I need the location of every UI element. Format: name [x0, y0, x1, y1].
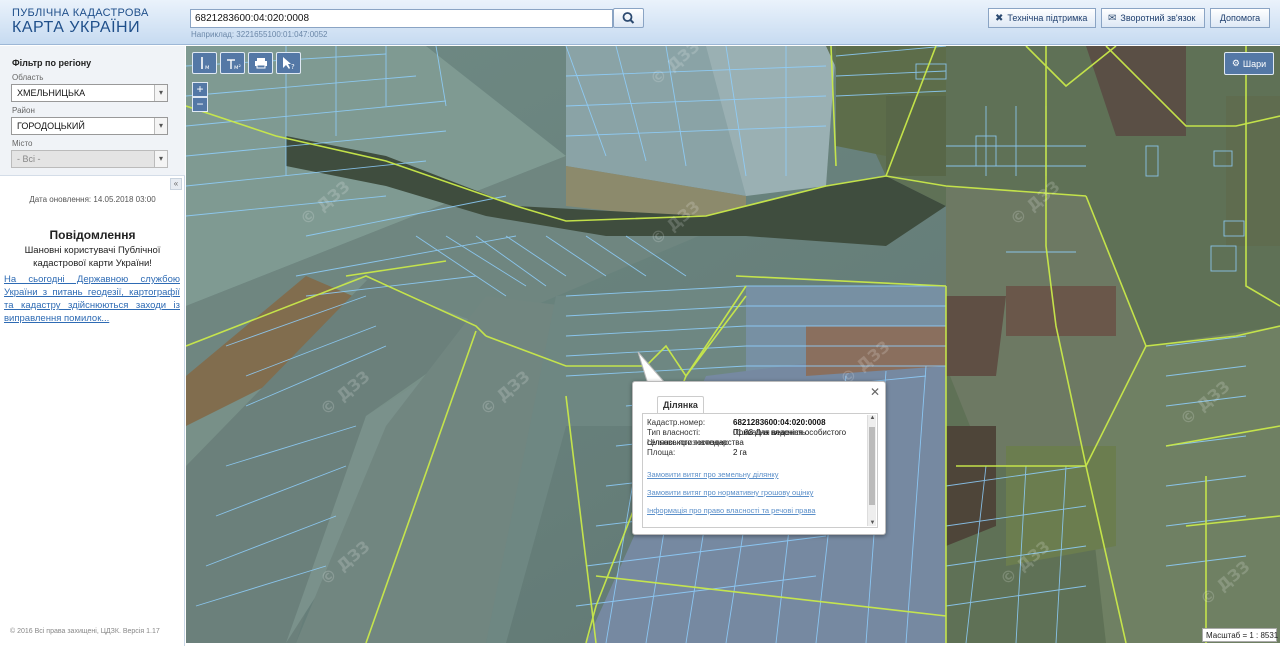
parcel-info: Кадастр.номер: 6821283600:04:020:0008 Ти… [642, 413, 878, 528]
copyright: © 2016 Всі права захищені, ЦДЗК. Версія … [10, 628, 160, 635]
feedback-button[interactable]: ✉ Зворотний зв'язок [1101, 8, 1205, 28]
news-title: Повідомлення [49, 228, 136, 242]
cadastral-search-input[interactable] [190, 9, 613, 28]
help-label: Допомога [1219, 13, 1261, 23]
search-example-hint: Наприклад: 3221655100:01:047:0052 [191, 30, 328, 39]
cursor-question-icon: ? [282, 57, 295, 70]
svg-text:?: ? [291, 63, 295, 70]
parcel-popup: ✕ Ділянка Кадастр.номер: 6821283600:04:0… [632, 381, 886, 535]
area-measure-icon: м² [226, 59, 241, 70]
scroll-down-icon: ▼ [869, 520, 876, 526]
city-select[interactable]: - Всі - ▾ [11, 150, 168, 168]
scroll-up-icon: ▲ [869, 415, 876, 421]
logo-line1: ПУБЛІЧНА КАДАСТРОВА [12, 7, 149, 19]
popup-scrollbar[interactable]: ▲ ▼ [867, 415, 876, 526]
header: ПУБЛІЧНА КАДАСТРОВА КАРТА УКРАЇНИ Наприк… [0, 0, 1280, 45]
collapse-sidebar-button[interactable]: « [170, 178, 182, 190]
feedback-label: Зворотний зв'язок [1120, 13, 1196, 23]
region-filter: Фільтр по регіону Область ХМЕЛЬНИЦЬКА ▾ … [0, 46, 185, 176]
search-icon [622, 12, 635, 24]
chevron-down-icon: ▾ [154, 151, 167, 167]
row-area: Площа: 2 га [647, 448, 865, 458]
map-toolbar: м м² ? [192, 52, 301, 74]
layers-button[interactable]: ⚙ Шари [1224, 52, 1274, 75]
district-select[interactable]: ГОРОДОЦЬКИЙ ▾ [11, 117, 168, 135]
identify-tool-button[interactable]: ? [276, 52, 301, 74]
row-cadastral-number: Кадастр.номер: 6821283600:04:020:0008 [647, 418, 865, 428]
chevron-down-icon: ▾ [154, 118, 167, 134]
area-key: Площа: [647, 448, 676, 457]
tools-icon: ✖ [995, 12, 1004, 24]
svg-text:м²: м² [234, 64, 241, 70]
logo-line2: КАРТА УКРАЇНИ [12, 19, 141, 36]
order-valuation-extract-link[interactable]: Замовити витяг про нормативну грошову оц… [647, 488, 865, 497]
logo[interactable]: ПУБЛІЧНА КАДАСТРОВА КАРТА УКРАЇНИ [12, 8, 149, 36]
scroll-thumb[interactable] [869, 427, 875, 505]
tab-parcel[interactable]: Ділянка [657, 396, 704, 413]
cadastral-number-value: 6821283600:04:020:0008 [733, 418, 826, 427]
ruler-icon: м [200, 57, 210, 70]
scale-indicator: Масштаб = 1 : 8531 [1202, 628, 1278, 642]
region-label: Область [12, 73, 44, 82]
tech-support-label: Технічна підтримка [1007, 13, 1088, 23]
map-canvas[interactable]: © ДЗЗ © ДЗЗ © ДЗЗ © ДЗЗ © ДЗЗ © ДЗЗ © ДЗ… [186, 46, 1280, 643]
news-link[interactable]: На сьогодні Державною службою України з … [4, 273, 180, 325]
city-select-value: - Всі - [17, 154, 41, 164]
zoom-out-button[interactable]: − [192, 97, 208, 112]
print-icon [254, 58, 267, 69]
district-select-value: ГОРОДОЦЬКИЙ [17, 121, 85, 131]
order-parcel-extract-link[interactable]: Замовити витяг про земельну ділянку [647, 470, 865, 479]
area-value: 2 га [733, 448, 747, 457]
envelope-icon: ✉ [1108, 12, 1117, 24]
chevron-down-icon: ▾ [154, 85, 167, 101]
region-select[interactable]: ХМЕЛЬНИЦЬКА ▾ [11, 84, 168, 102]
search-button[interactable] [613, 8, 644, 28]
update-date: Дата оновлення: 14.05.2018 03:00 [29, 195, 156, 204]
city-label: Місто [12, 139, 33, 148]
close-icon[interactable]: ✕ [870, 385, 880, 399]
satellite-map: © ДЗЗ © ДЗЗ © ДЗЗ © ДЗЗ © ДЗЗ © ДЗЗ © ДЗ… [186, 46, 1280, 643]
cadastral-number-key: Кадастр.номер: [647, 418, 706, 427]
news-text: Шановні користувачі Публічної кадастрово… [24, 245, 161, 269]
area-tool-button[interactable]: м² [220, 52, 245, 74]
help-button[interactable]: Допомога [1210, 8, 1270, 28]
zoom-in-button[interactable]: + [192, 82, 208, 97]
region-select-value: ХМЕЛЬНИЦЬКА [17, 88, 86, 98]
layers-label: Шари [1242, 58, 1267, 69]
ruler-tool-button[interactable]: м [192, 52, 217, 74]
ownership-type-key: Тип власності: [647, 428, 701, 437]
tech-support-button[interactable]: ✖ Технічна підтримка [988, 8, 1096, 28]
print-tool-button[interactable] [248, 52, 273, 74]
ownership-info-link[interactable]: Інформація про право власності та речові… [647, 506, 865, 515]
district-label: Район [12, 106, 35, 115]
sidebar: Фільтр по регіону Область ХМЕЛЬНИЦЬКА ▾ … [0, 46, 185, 646]
gear-icon: ⚙ [1231, 58, 1240, 68]
svg-text:м: м [205, 64, 210, 70]
filter-title: Фільтр по регіону [12, 58, 92, 68]
